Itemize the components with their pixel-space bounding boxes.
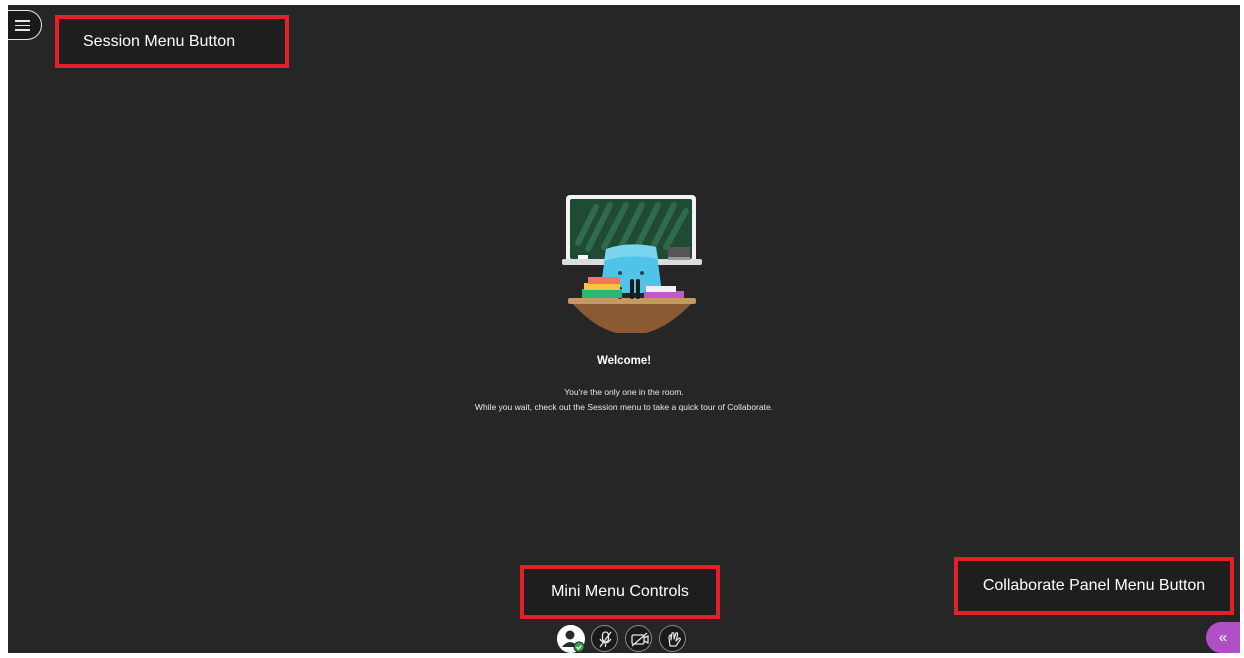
welcome-message: You're the only one in the room. — [564, 387, 684, 397]
camera-off-icon — [631, 632, 649, 647]
microphone-muted-icon — [599, 631, 612, 648]
panel-menu-callout: Collaborate Panel Menu Button — [954, 557, 1234, 615]
camera-toggle-button[interactable] — [625, 625, 652, 652]
raise-hand-button[interactable] — [659, 625, 686, 652]
microphone-toggle-button[interactable] — [591, 625, 618, 652]
session-menu-button[interactable] — [8, 10, 42, 40]
hamburger-icon — [15, 20, 30, 32]
welcome-title: Welcome! — [596, 355, 652, 367]
mini-menu-controls — [557, 625, 686, 653]
mini-menu-callout: Mini Menu Controls — [520, 565, 720, 619]
welcome-hint: While you wait, check out the Session me… — [474, 402, 774, 412]
profile-button[interactable] — [557, 625, 585, 653]
double-chevron-left-icon: « — [1218, 629, 1228, 646]
classroom-illustration — [562, 195, 702, 333]
panel-menu-callout-label: Collaborate Panel Menu Button — [982, 577, 1206, 594]
session-menu-callout-label: Session Menu Button — [83, 32, 236, 50]
raise-hand-icon — [668, 632, 681, 647]
session-menu-callout: Session Menu Button — [55, 15, 289, 68]
mini-menu-callout-label: Mini Menu Controls — [551, 583, 689, 600]
avatar-icon — [557, 625, 585, 653]
collaborate-room: Session Menu Button Welcome! You're the — [8, 5, 1240, 653]
collaborate-panel-button[interactable]: « — [1206, 622, 1240, 653]
